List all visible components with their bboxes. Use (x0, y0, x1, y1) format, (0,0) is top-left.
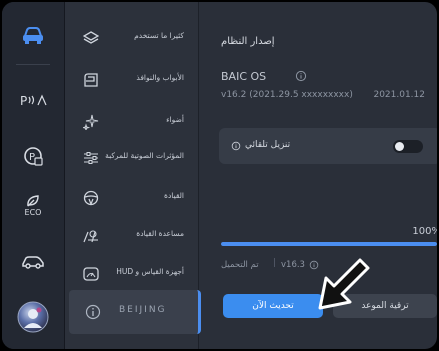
parking-camera-icon[interactable]: P (14, 142, 52, 170)
menu-item-label: القيادة (164, 191, 184, 200)
menu-item-frequently-used[interactable]: كثيرا ما تستخدم (65, 22, 198, 54)
menu-item-label: المؤثرات الصوتية للمركبة (105, 151, 184, 160)
auto-download-toggle[interactable] (393, 140, 423, 153)
steering-wheel-icon (83, 190, 99, 206)
brand-logo-text: BEIJING (119, 305, 167, 315)
download-status: تم التحميل (221, 260, 259, 270)
car-window-icon (84, 73, 98, 87)
user-avatar[interactable] (14, 298, 52, 336)
left-icon-rail: P P ECO (2, 2, 65, 349)
eco-leaf-icon[interactable]: ECO (14, 192, 52, 220)
car-infotainment-screen: P P ECO كثيرا ما تستخدم الأبواب والنوافذ… (2, 2, 437, 349)
os-name: BAIC OS (221, 70, 267, 83)
download-progress-bar (221, 242, 437, 246)
menu-item-label: أجهزة القياس و HUD (116, 267, 184, 276)
menu-item-gauges-hud[interactable]: أجهزة القياس و HUD (65, 258, 198, 290)
pointer-arrow-icon (318, 258, 370, 310)
info-icon (85, 304, 101, 320)
auto-download-label: تنزيل تلقائي (245, 140, 291, 150)
rail-divider (16, 64, 50, 65)
svg-text:P: P (20, 94, 27, 107)
os-release-date: 2021.01.12 (373, 90, 425, 100)
page-title: إصدار النظام (221, 36, 275, 47)
info-icon[interactable] (231, 141, 241, 151)
layers-icon (83, 31, 99, 44)
toggle-knob (395, 142, 404, 151)
menu-item-doors-windows[interactable]: الأبواب والنوافذ (65, 64, 198, 96)
menu-item-label: أضواء (166, 115, 184, 124)
info-icon[interactable] (295, 70, 307, 82)
os-version: v16.2 (2021.29.5 xxxxxxxxx) (221, 90, 353, 100)
park-assist-icon[interactable]: P (14, 86, 52, 114)
divider: | (273, 258, 277, 268)
menu-item-driving-assist[interactable]: مساعدة القيادة (65, 220, 198, 252)
svg-text:P: P (29, 152, 35, 163)
car-icon[interactable] (14, 22, 52, 50)
gauge-icon (83, 267, 99, 281)
menu-item-label: مساعدة القيادة (136, 229, 184, 238)
menu-item-driving[interactable]: القيادة (65, 182, 198, 214)
settings-menu: كثيرا ما تستخدم الأبواب والنوافذ أضواء ا… (65, 2, 201, 349)
new-version: v16.3 (281, 260, 305, 270)
menu-item-system-version[interactable]: BEIJING (69, 290, 201, 334)
eco-label: ECO (24, 208, 42, 217)
sliders-icon (84, 152, 98, 164)
auto-download-row: تنزيل تلقائي (219, 128, 437, 164)
sparkle-light-icon (83, 114, 99, 130)
download-progress-fill (221, 242, 437, 246)
menu-item-label: كثيرا ما تستخدم (134, 31, 184, 40)
progress-percent: 100% (412, 226, 437, 237)
update-now-button[interactable]: تحديث الآن (223, 294, 323, 318)
car-outline-icon[interactable] (14, 248, 52, 276)
driver-assist-icon (83, 230, 98, 243)
menu-item-label: الأبواب والنوافذ (136, 73, 184, 82)
menu-item-vehicle-sound[interactable]: المؤثرات الصوتية للمركبة (65, 142, 198, 174)
menu-item-lights[interactable]: أضواء (65, 106, 198, 138)
